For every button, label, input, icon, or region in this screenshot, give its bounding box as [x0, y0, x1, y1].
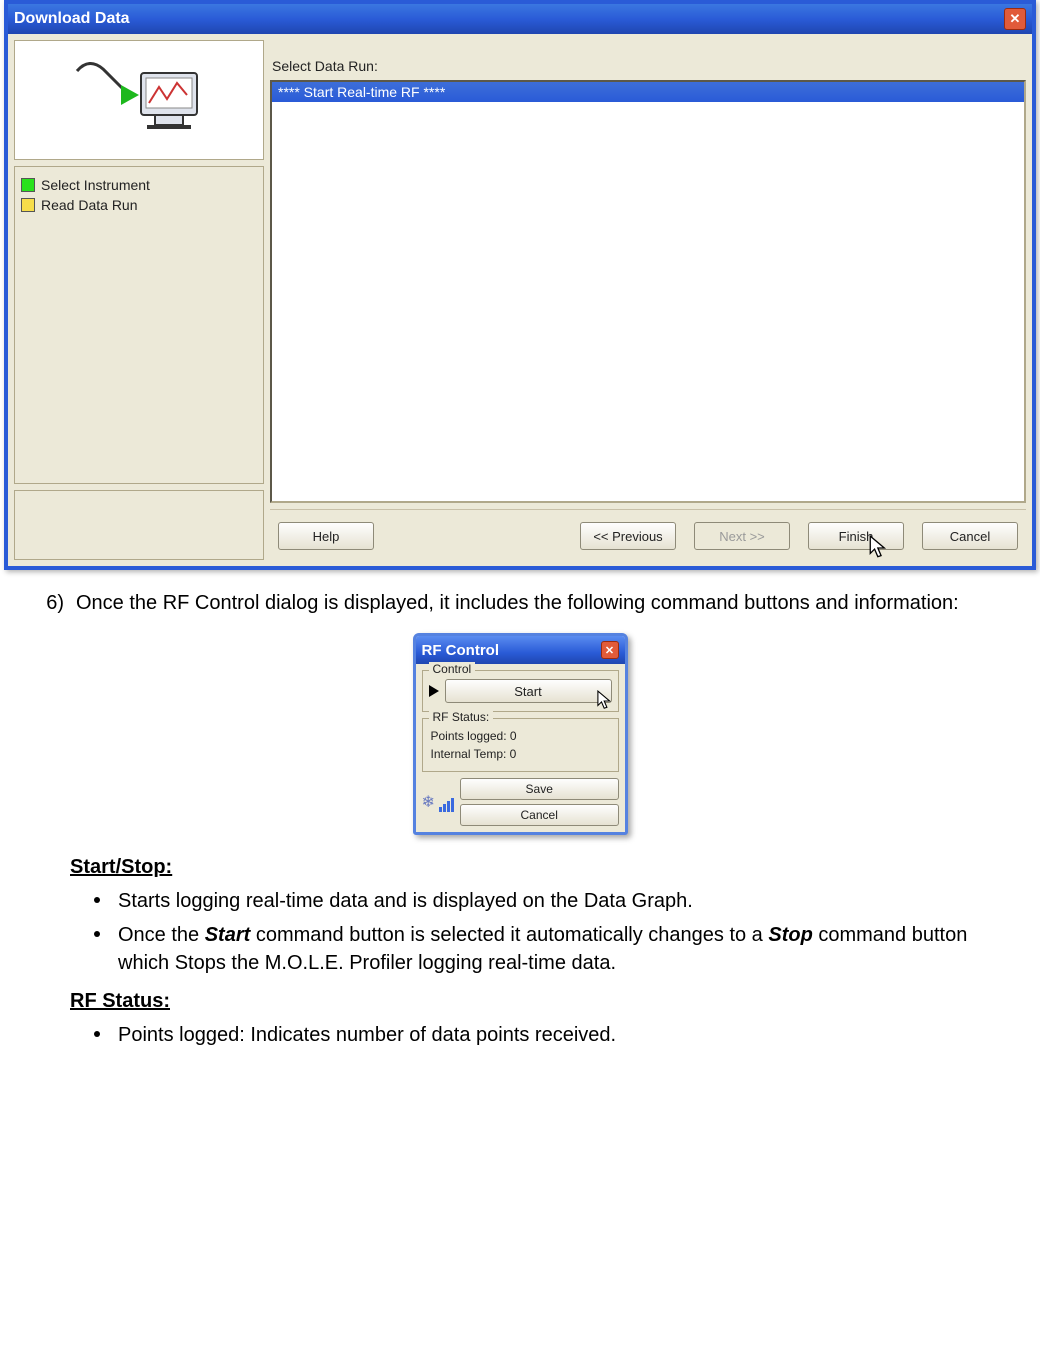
- download-data-window: Download Data ✕ Select Inst: [4, 0, 1036, 570]
- computer-download-icon: [69, 55, 209, 145]
- bullet-icon: [94, 897, 100, 903]
- rf-control-window: RF Control ✕ Control Start: [413, 633, 628, 835]
- wizard-left-column: Select Instrument Read Data Run: [14, 40, 264, 560]
- step-number: 6): [30, 590, 64, 617]
- rf-close-button[interactable]: ✕: [601, 641, 619, 659]
- select-data-run-label: Select Data Run:: [270, 40, 1026, 74]
- definitions-section: Start/Stop: Starts logging real-time dat…: [0, 853, 1040, 1075]
- points-logged-label: Points logged:: [431, 729, 507, 743]
- control-group: Control Start: [422, 670, 619, 712]
- rfstatus-heading: RF Status:: [70, 987, 1010, 1015]
- bullet-text: Starts logging real-time data and is dis…: [118, 887, 693, 915]
- bullet-text: Once the Start command button is selecte…: [118, 921, 1010, 977]
- close-button[interactable]: ✕: [1004, 8, 1026, 30]
- wizard-button-row: Help << Previous Next >> Finish Cancel: [270, 509, 1026, 560]
- bullet-icon: [94, 931, 100, 937]
- step-label: Select Instrument: [41, 177, 150, 193]
- cancel-button[interactable]: Cancel: [922, 522, 1018, 550]
- cursor-icon: [597, 690, 615, 712]
- button-label: Help: [313, 529, 340, 544]
- data-run-listbox[interactable]: **** Start Real-time RF ****: [270, 80, 1026, 503]
- titlebar[interactable]: Download Data ✕: [8, 4, 1032, 34]
- wizard-step-select-instrument[interactable]: Select Instrument: [21, 175, 257, 195]
- window-body: Select Instrument Read Data Run Select D…: [8, 34, 1032, 566]
- rf-status-group: RF Status: Points logged: 0 Internal Tem…: [422, 718, 619, 772]
- bullet-item: Points logged: Indicates number of data …: [70, 1021, 1010, 1049]
- wizard-right-column: Select Data Run: **** Start Real-time RF…: [270, 40, 1026, 560]
- internal-temp-value: 0: [510, 747, 517, 761]
- points-logged-value: 0: [510, 729, 517, 743]
- finish-button[interactable]: Finish: [808, 522, 904, 550]
- window-title: Download Data: [14, 10, 130, 28]
- button-label: Start: [514, 684, 541, 699]
- rf-bottom-row: ❄ Save Cancel: [422, 778, 619, 826]
- button-label: Next >>: [719, 529, 765, 544]
- wizard-steps: Select Instrument Read Data Run: [14, 166, 264, 484]
- internal-temp-row: Internal Temp: 0: [429, 745, 612, 763]
- help-button[interactable]: Help: [278, 522, 374, 550]
- button-label: Cancel: [521, 808, 558, 822]
- listbox-item-start-realtime-rf[interactable]: **** Start Real-time RF ****: [272, 82, 1024, 102]
- doc-step-6: 6) Once the RF Control dialog is display…: [0, 570, 1040, 617]
- points-logged-row: Points logged: 0: [429, 727, 612, 745]
- step-status-icon: [21, 198, 35, 212]
- bullet-item: Once the Start command button is selecte…: [70, 921, 1010, 977]
- button-label: Save: [526, 782, 553, 796]
- close-icon: ✕: [1010, 11, 1021, 27]
- button-label: Cancel: [950, 529, 990, 544]
- button-label: << Previous: [593, 529, 662, 544]
- step-text: Once the RF Control dialog is displayed,…: [76, 590, 959, 617]
- startstop-heading: Start/Stop:: [70, 853, 1010, 881]
- bullet-text: Points logged: Indicates number of data …: [118, 1021, 616, 1049]
- control-group-label: Control: [429, 662, 476, 676]
- rf-control-wrap: RF Control ✕ Control Start: [0, 633, 1040, 835]
- next-button: Next >>: [694, 522, 790, 550]
- wizard-step-read-data-run[interactable]: Read Data Run: [21, 195, 257, 215]
- button-label: Finish: [839, 529, 874, 544]
- bullet-item: Starts logging real-time data and is dis…: [70, 887, 1010, 915]
- rf-status-group-label: RF Status:: [429, 710, 494, 724]
- bullet-icon: [94, 1031, 100, 1037]
- signal-bars-icon: [439, 798, 454, 812]
- rf-status-icons: ❄: [422, 792, 454, 812]
- wizard-spacer-panel: [14, 490, 264, 560]
- play-icon: [429, 685, 439, 697]
- save-button[interactable]: Save: [460, 778, 619, 800]
- rf-body: Control Start RF Status: Points logged: …: [416, 664, 625, 832]
- rf-window-title: RF Control: [422, 642, 499, 659]
- stop-keyword: Stop: [768, 924, 812, 946]
- start-button[interactable]: Start: [445, 679, 612, 703]
- close-icon: ✕: [605, 644, 614, 657]
- snowflake-icon: ❄: [422, 792, 435, 812]
- internal-temp-label: Internal Temp:: [431, 747, 507, 761]
- rf-cancel-button[interactable]: Cancel: [460, 804, 619, 826]
- previous-button[interactable]: << Previous: [580, 522, 676, 550]
- step-status-icon: [21, 178, 35, 192]
- rf-titlebar[interactable]: RF Control ✕: [416, 636, 625, 664]
- start-keyword: Start: [205, 924, 251, 946]
- wizard-image: [14, 40, 264, 160]
- step-label: Read Data Run: [41, 197, 138, 213]
